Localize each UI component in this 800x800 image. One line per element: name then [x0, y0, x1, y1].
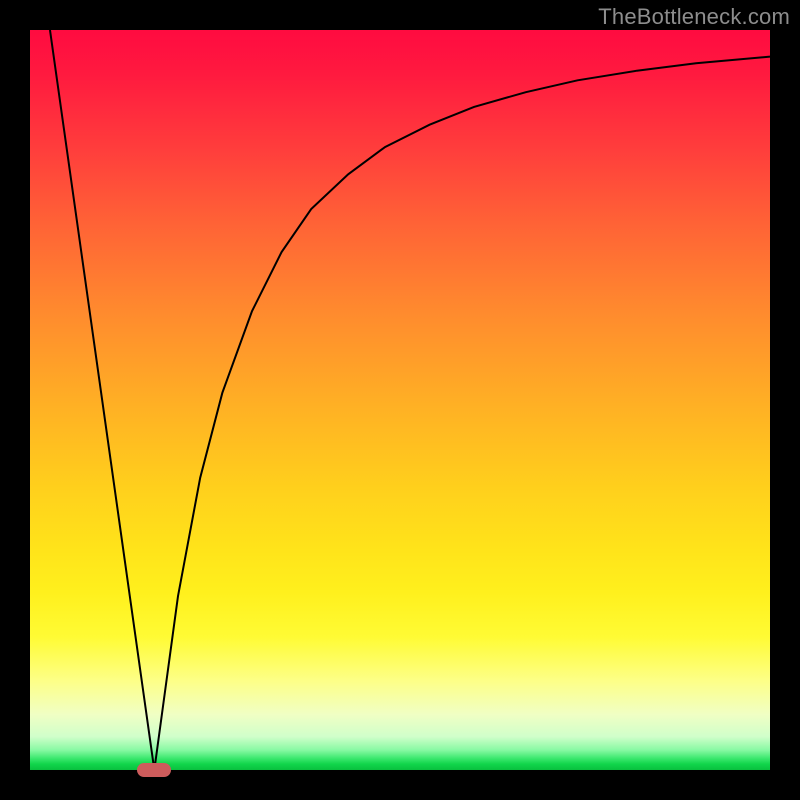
curve-layer [30, 30, 770, 770]
optimal-marker [137, 763, 171, 777]
watermark-text: TheBottleneck.com [598, 4, 790, 30]
bottleneck-curve [50, 30, 770, 770]
chart-frame: TheBottleneck.com [0, 0, 800, 800]
plot-area [30, 30, 770, 770]
